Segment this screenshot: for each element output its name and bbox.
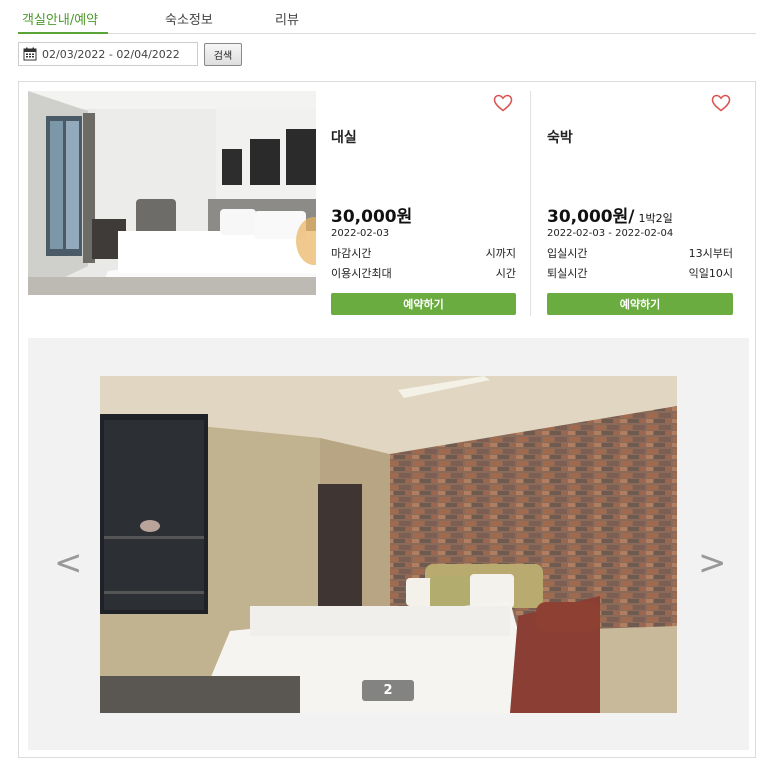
info-row-check-out-time: 퇴실시간 익일10시: [547, 265, 733, 281]
plan-name: 숙박: [547, 130, 573, 146]
tab-reviews[interactable]: 리뷰: [275, 9, 299, 28]
date-range-input[interactable]: [42, 47, 192, 61]
tab-rooms-booking[interactable]: 객실안내/예약: [22, 9, 98, 28]
book-button-day-use[interactable]: 예약하기: [331, 293, 516, 315]
plan-divider: [530, 91, 531, 316]
heart-icon[interactable]: [493, 94, 513, 112]
info-row-max-usage-time: 이용시간최대 시간: [331, 265, 516, 281]
plan-price: 30,000원/1박2일: [547, 202, 673, 227]
info-label: 마감시간: [331, 247, 372, 260]
plan-date: 2022-02-03 - 2022-02-04: [547, 228, 674, 239]
book-button-overnight[interactable]: 예약하기: [547, 293, 733, 315]
gallery-prev-arrow[interactable]: <: [54, 546, 83, 580]
plan-price-nights: 1박2일: [638, 212, 673, 225]
calendar-icon: [23, 47, 37, 61]
room-card: 대실 30,000원 2022-02-03 마감시간 시까지 이용시간최대 시간…: [18, 81, 756, 758]
photo-gallery: < > 2: [28, 338, 749, 750]
heart-icon[interactable]: [711, 94, 731, 112]
tab-bar: 객실안내/예약 숙소정보 리뷰: [18, 0, 756, 34]
search-button[interactable]: 검색: [204, 43, 242, 66]
date-range-field[interactable]: [18, 42, 198, 66]
info-row-closing-time: 마감시간 시까지: [331, 245, 516, 261]
gallery-page-indicator: 2: [362, 680, 414, 701]
info-label: 이용시간최대: [331, 267, 392, 280]
info-value: 시까지: [485, 247, 516, 260]
info-value: 13시부터: [688, 247, 733, 260]
plan-name: 대실: [331, 130, 357, 146]
tab-property-info[interactable]: 숙소정보: [165, 9, 213, 28]
gallery-room-photo[interactable]: 2: [100, 376, 677, 713]
info-value: 익일10시: [688, 267, 733, 280]
active-tab-indicator: [18, 32, 108, 34]
info-value: 시간: [495, 267, 516, 280]
plan-price-amount: 30,000원/: [547, 207, 635, 227]
info-label: 입실시간: [547, 247, 588, 260]
info-label: 퇴실시간: [547, 267, 588, 280]
plan-date: 2022-02-03: [331, 228, 390, 239]
info-row-check-in-time: 입실시간 13시부터: [547, 245, 733, 261]
gallery-next-arrow[interactable]: >: [698, 546, 727, 580]
plan-price: 30,000원: [331, 207, 413, 227]
room-thumbnail-image[interactable]: [28, 91, 316, 295]
